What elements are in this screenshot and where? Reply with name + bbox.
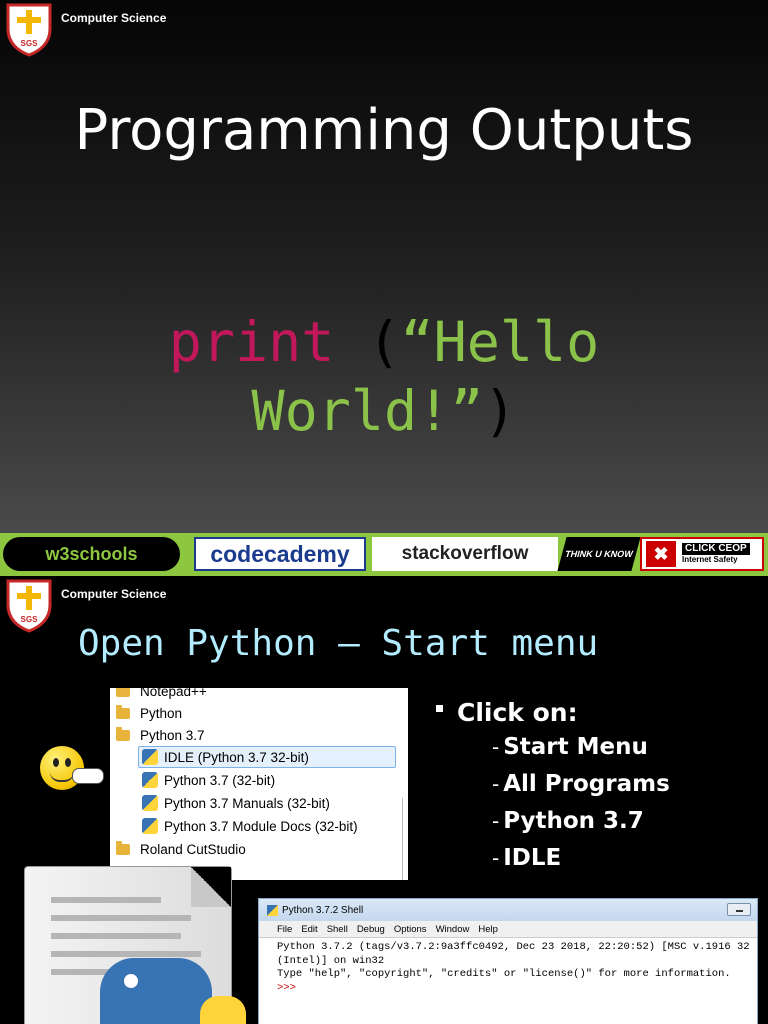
python-logo-yellow [200,996,246,1024]
python-shell-icon [267,904,278,916]
code-string-line1: “Hello [400,310,600,374]
code-example: print (“Hello World!”) [0,308,768,447]
menu-item-roland[interactable]: Roland CutStudio [116,838,246,860]
instruction-bullet: Click on: [436,698,578,727]
folder-icon [116,726,130,741]
menu-file[interactable]: File [277,924,292,935]
folder-icon [116,704,130,719]
shell-prompt[interactable]: >>> [277,982,739,996]
step-start-menu: - Start Menu [492,734,648,760]
start-menu-screenshot: Notepad++ Python Python 3.7 IDLE (Python… [110,688,408,880]
code-keyword: print [168,310,335,374]
crest-text: SGS [21,39,39,48]
slide-programming-outputs: SGS Computer Science Programming Outputs… [0,0,768,576]
shell-line: (Intel)] on win32 [277,954,385,967]
menu-help[interactable]: Help [478,924,498,935]
slide-title: Open Python – Start menu [78,623,599,664]
brand-label: Computer Science [61,11,167,25]
step-all-programs: - All Programs [492,771,670,797]
school-crest-icon: SGS [6,579,52,633]
menu-window[interactable]: Window [436,924,470,935]
shell-line: Type "help", "copyright", "credits" or "… [277,968,731,980]
menu-item-python[interactable]: Python [116,702,182,724]
menu-edit[interactable]: Edit [301,924,317,935]
stackoverflow-logo[interactable]: stackoverflow [372,537,558,571]
python-shell-window[interactable]: Python 3.7.2 Shell File Edit Shell Debug… [258,898,758,1024]
crest-text: SGS [21,615,39,624]
slide-open-python: SGS Computer Science Open Python – Start… [0,576,768,1024]
slide-title: Programming Outputs [74,98,694,163]
ceop-button[interactable]: ✖ CLICK CEOP Internet Safety [640,537,764,571]
folder-icon [116,688,130,697]
pointing-hand-icon [72,768,104,784]
folder-icon [116,840,130,855]
menu-shell[interactable]: Shell [327,924,348,935]
shell-output[interactable]: Python 3.7.2 (tags/v3.7.2:9a3ffc0492, De… [259,938,757,998]
code-open-paren: ( [334,310,401,374]
thinkuknow-logo[interactable]: THINK U KNOW [557,537,641,571]
shell-menubar: File Edit Shell Debug Options Window Hel… [259,921,757,938]
ceop-sublabel: Internet Safety [682,555,738,565]
code-close-paren: ) [483,379,517,444]
shell-line: Python 3.7.2 (tags/v3.7.2:9a3ffc0492, De… [277,941,750,953]
school-crest-icon: SGS [6,3,52,57]
idle-icon [142,749,158,765]
ceop-label: CLICK CEOP [682,543,750,556]
python-logo-icon [100,958,212,1024]
brand-label: Computer Science [61,587,167,601]
step-idle: - IDLE [492,845,562,871]
menu-item-module-docs[interactable]: Python 3.7 Module Docs (32-bit) [142,815,358,837]
menu-item-idle[interactable]: IDLE (Python 3.7 32-bit) [142,746,309,768]
code-string-line2: World!” [251,379,484,444]
menu-debug[interactable]: Debug [357,924,385,935]
python-icon [142,772,158,788]
codecademy-logo[interactable]: codecademy [194,537,366,571]
menu-item-python-37[interactable]: Python 3.7 [116,724,205,746]
menu-scrollbar [402,798,403,880]
menu-options[interactable]: Options [394,924,427,935]
help-icon [142,795,158,811]
w3schools-logo[interactable]: w3schools [3,537,180,571]
minimize-button[interactable] [727,903,751,916]
shell-titlebar[interactable]: Python 3.7.2 Shell [259,899,757,921]
menu-item-python-32bit[interactable]: Python 3.7 (32-bit) [142,769,275,791]
menu-item-notepad[interactable]: Notepad++ [116,688,207,702]
step-python-37: - Python 3.7 [492,808,644,834]
docs-icon [142,818,158,834]
ceop-icon: ✖ [646,541,676,567]
menu-item-manuals[interactable]: Python 3.7 Manuals (32-bit) [142,792,330,814]
shell-title: Python 3.7.2 Shell [282,904,364,916]
resources-banner: w3schools codecademy stackoverflow THINK… [0,533,768,576]
python-logo-eye [124,974,138,988]
